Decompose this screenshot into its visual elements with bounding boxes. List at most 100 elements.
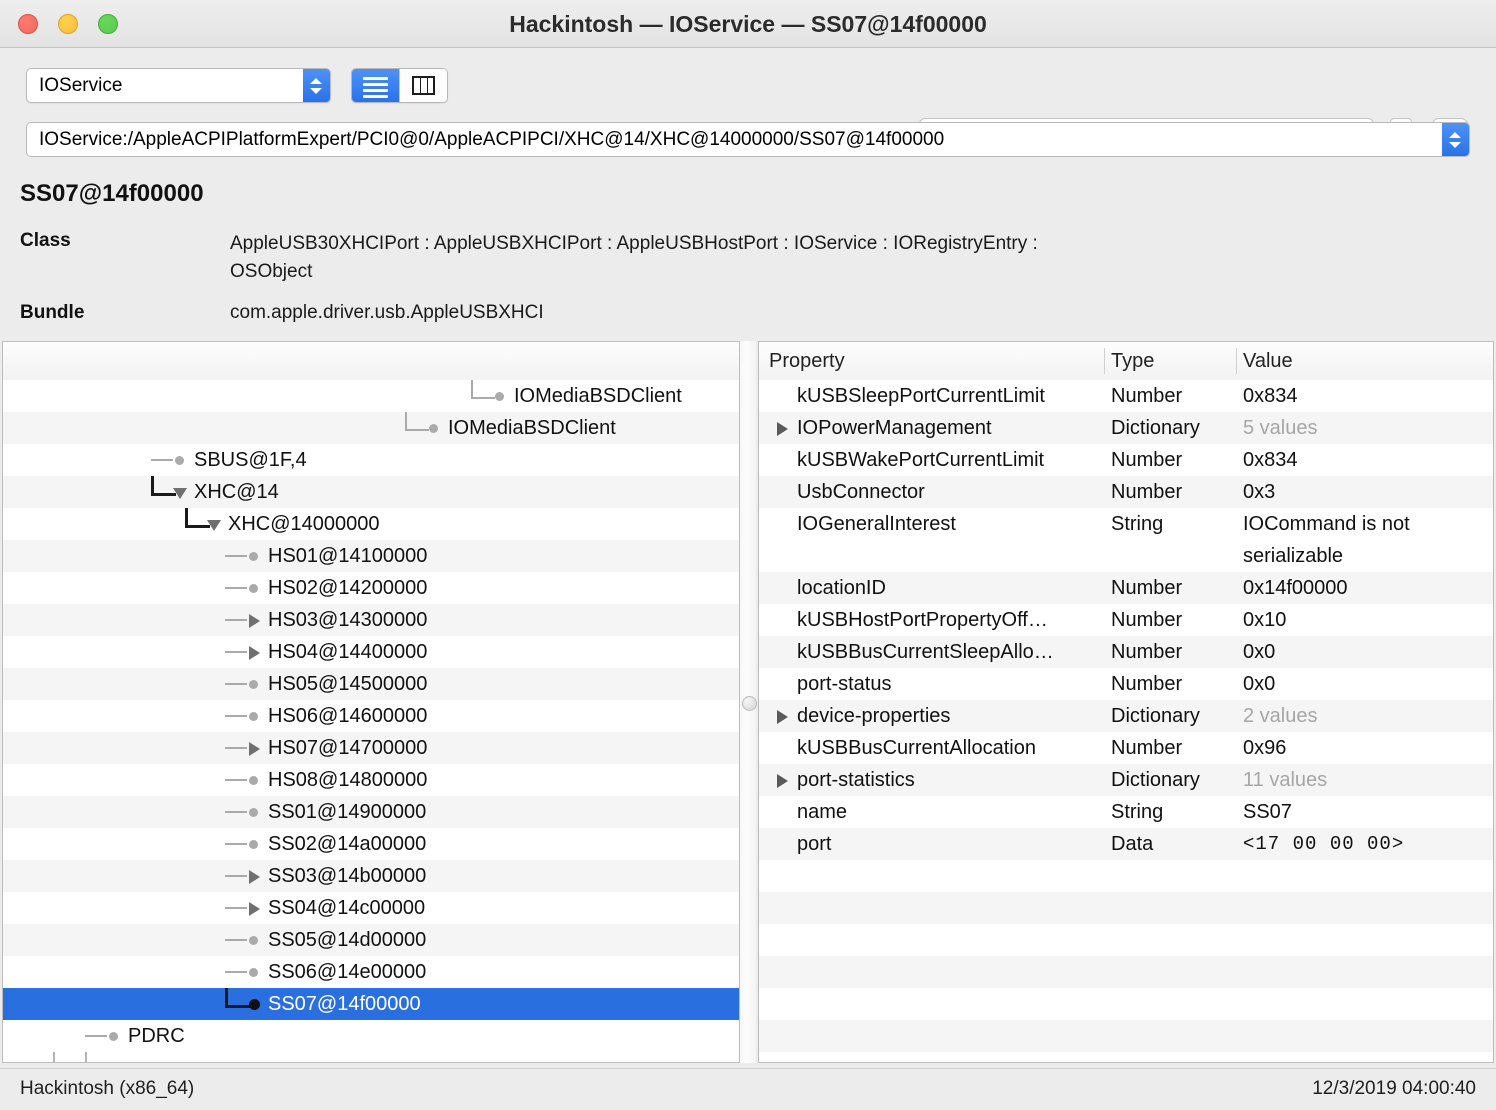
tree-row[interactable]: HS04@14400000 [3,636,739,668]
tree-line-connector [225,619,247,621]
tree-leaf-dot-icon [249,680,258,689]
tree-row[interactable]: SS04@14c00000 [3,892,739,924]
disclosure-triangle-collapsed-icon[interactable] [249,742,260,756]
tree-row[interactable]: SS06@14e00000 [3,956,739,988]
disclosure-triangle-expanded-icon[interactable] [173,488,187,499]
property-name-cell: name [797,801,848,823]
property-table-pane[interactable]: Property Type Value kUSBSleepPortCurrent… [758,341,1494,1063]
tree-row-label: XHC@14 [194,481,279,503]
property-row-empty [759,988,1493,1020]
property-row[interactable]: IOPowerManagement Dictionary 5 values [759,412,1493,444]
property-row[interactable]: kUSBBusCurrentAllocation Number 0x96 [759,732,1493,764]
property-type-cell: Number [1111,385,1183,407]
property-row[interactable]: kUSBWakePortCurrentLimit Number 0x834 [759,444,1493,476]
property-name-cell: device-properties [797,705,951,727]
property-name-cell: kUSBSleepPortCurrentLimit [797,385,1045,407]
disclosure-triangle-collapsed-icon[interactable] [777,422,788,436]
disclosure-triangle-collapsed-icon[interactable] [777,774,788,788]
property-type-cell: Number [1111,577,1183,599]
property-row[interactable]: UsbConnector Number 0x3 [759,476,1493,508]
property-value-cell: 0x3 [1243,481,1276,503]
chevron-updown-icon [303,69,330,102]
tree-row[interactable]: SS01@14900000 [3,796,739,828]
status-timestamp: 12/3/2019 04:00:40 [1312,1078,1476,1099]
tree-row[interactable]: HS07@14700000 [3,732,739,764]
property-type-cell: Number [1111,609,1183,631]
property-row[interactable]: kUSBBusCurrentSleepAllo… Number 0x0 [759,636,1493,668]
disclosure-triangle-collapsed-icon[interactable] [249,902,260,916]
bundle-label: Bundle [20,302,85,323]
tree-row[interactable]: SBUS@1F,4 [3,444,739,476]
splitter-grab-handle[interactable] [742,696,757,711]
column-view-button[interactable] [399,69,447,102]
disclosure-triangle-collapsed-icon[interactable] [249,614,260,628]
property-name-cell: IOPowerManagement [797,417,992,439]
tree-row[interactable]: XHC@14 [3,476,739,508]
disclosure-triangle-collapsed-icon[interactable] [777,710,788,724]
disclosure-triangle-expanded-icon[interactable] [207,520,221,531]
property-row-empty [759,956,1493,988]
tree-row-label: IOMediaBSDClient [514,385,682,407]
tree-row[interactable]: HS08@14800000 [3,764,739,796]
tree-leaf-dot-icon [495,392,504,401]
tree-elbow-connector [471,380,495,399]
tree-leaf-dot-icon [175,456,184,465]
tree-header [3,342,739,381]
tree-row[interactable]: IOMediaBSDClient [3,412,739,444]
tree-row[interactable]: SS07@14f00000 [3,988,739,1020]
tree-row[interactable]: XHC@14000000 [3,508,739,540]
property-table-body[interactable]: kUSBSleepPortCurrentLimit Number 0x834 IOPo… [759,380,1493,1062]
property-row[interactable]: IOGeneralInterest String IOCommand is not … [759,508,1493,572]
property-row[interactable]: device-properties Dictionary 2 values [759,700,1493,732]
path-chevron-updown-icon[interactable] [1442,123,1469,156]
disclosure-triangle-collapsed-icon[interactable] [249,870,260,884]
property-value-cell: 5 values [1243,417,1318,439]
outline-view-button[interactable] [352,69,399,102]
pane-splitter[interactable] [740,341,757,1063]
tree-row[interactable]: HS02@14200000 [3,572,739,604]
property-row[interactable]: port Data <17 00 00 00> [759,828,1493,860]
tree-leaf-dot-icon [429,424,438,433]
tree-row[interactable]: IOMediaBSDClient [3,380,739,412]
class-value: AppleUSB30XHCIPort : AppleUSBXHCIPort : … [230,233,1038,282]
view-mode-toggle[interactable] [351,68,448,103]
property-value-cell: 0x96 [1243,737,1287,759]
column-header-value[interactable]: Value [1243,342,1293,380]
tree-row[interactable]: SS05@14d00000 [3,924,739,956]
registry-path-field[interactable]: IOService:/AppleACPIPlatformExpert/PCI0@… [26,122,1470,157]
property-row[interactable]: name String SS07 [759,796,1493,828]
property-row[interactable]: locationID Number 0x14f00000 [759,572,1493,604]
property-name-cell: UsbConnector [797,481,925,503]
tree-line-connector [225,651,247,653]
tree-row[interactable]: HS01@14100000 [3,540,739,572]
property-row[interactable]: port-statistics Dictionary 11 values [759,764,1493,796]
column-header-property[interactable]: Property [769,342,845,380]
tree-row[interactable]: HS06@14600000 [3,700,739,732]
column-header-type[interactable]: Type [1111,342,1154,380]
tree-leaf-dot-icon [249,552,258,561]
property-type-cell: String [1111,513,1164,535]
property-row[interactable]: port-status Number 0x0 [759,668,1493,700]
columns-icon [412,76,435,95]
tree-row[interactable]: SS02@14a00000 [3,828,739,860]
tree-row[interactable]: PDRC [3,1020,739,1052]
tree-row[interactable]: HS03@14300000 [3,604,739,636]
tree-line-connector [225,683,247,685]
tree-row-label: SS07@14f00000 [268,993,421,1015]
plane-select-popup[interactable]: IOService [26,68,331,103]
bundle-value: com.apple.driver.usb.AppleUSBXHCI [230,302,544,323]
tree-body[interactable]: IOMediaBSDClient IOMediaBSDClient SBUS@1F,… [3,380,739,1062]
property-row[interactable]: kUSBHostPortPropertyOff… Number 0x10 [759,604,1493,636]
tree-line-connector [225,843,247,845]
property-type-cell: Dictionary [1111,769,1200,791]
tree-row[interactable]: HS05@14500000 [3,668,739,700]
disclosure-triangle-collapsed-icon[interactable] [249,646,260,660]
tree-leaf-dot-icon [249,840,258,849]
tree-leaf-dot-icon [249,968,258,977]
tree-row[interactable]: SS03@14b00000 [3,860,739,892]
class-label: Class [20,230,71,251]
tree-row-label: HS08@14800000 [268,769,428,791]
property-row[interactable]: kUSBSleepPortCurrentLimit Number 0x834 [759,380,1493,412]
tree-leaf-dot-icon [249,584,258,593]
registry-tree-pane[interactable]: IOMediaBSDClient IOMediaBSDClient SBUS@1F,… [2,341,740,1063]
